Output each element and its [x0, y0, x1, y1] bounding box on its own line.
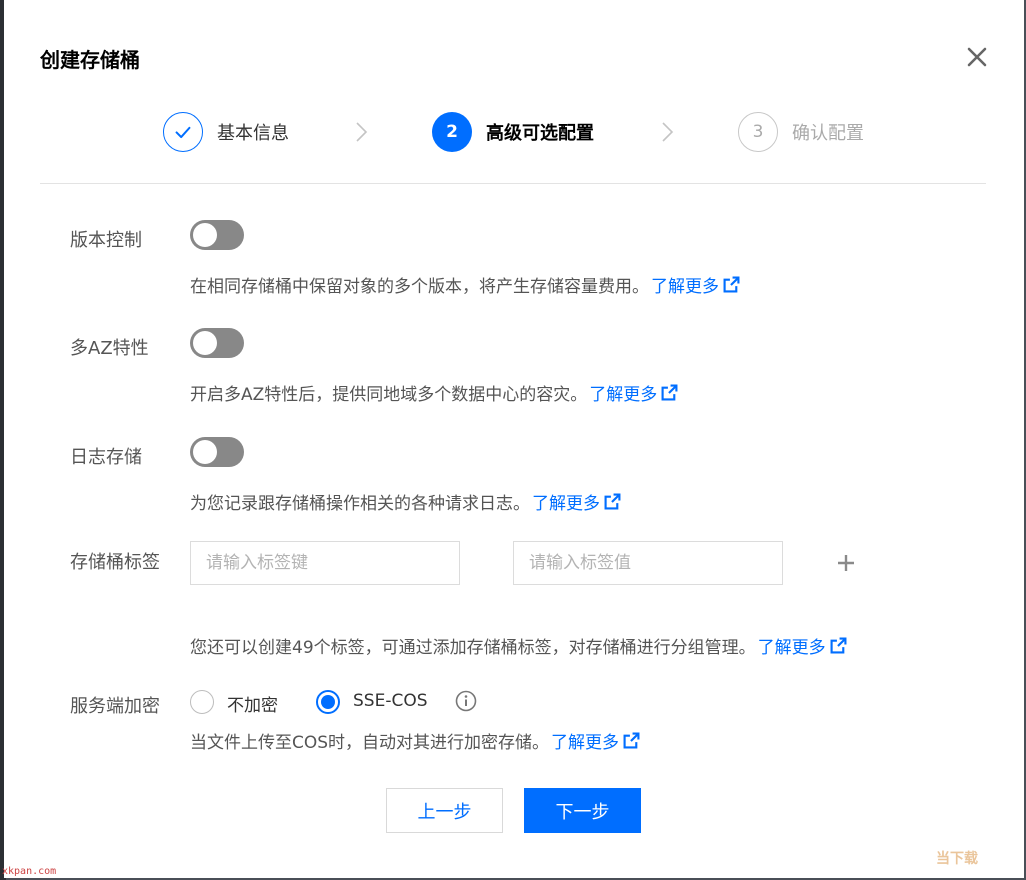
multi-az-toggle[interactable]: [190, 328, 244, 358]
next-step-button[interactable]: 下一步: [524, 788, 641, 833]
bucket-tags-label: 存储桶标签: [70, 552, 160, 573]
step-number: 3: [738, 112, 778, 152]
chevron-right-icon: [662, 122, 674, 142]
step-confirm-config: 3 确认配置: [738, 112, 864, 152]
learn-more-link[interactable]: 了解更多: [589, 380, 678, 405]
learn-more-text: 了解更多: [757, 638, 826, 658]
learn-more-link[interactable]: 了解更多: [551, 728, 640, 753]
learn-more-text: 了解更多: [589, 385, 658, 405]
description-text: 为您记录跟存储桶操作相关的各种请求日志。: [190, 494, 530, 514]
tag-value-input[interactable]: [513, 541, 783, 585]
description-text: 开启多AZ特性后，提供同地域多个数据中心的容灾。: [190, 385, 588, 405]
external-link-icon: [623, 732, 640, 749]
tags-description: 您还可以创建49个标签，可通过添加存储桶标签，对存储桶进行分组管理。 了解更多: [190, 633, 847, 658]
learn-more-link[interactable]: 了解更多: [758, 633, 847, 658]
prev-step-button[interactable]: 上一步: [386, 788, 503, 833]
multi-az-label: 多AZ特性: [70, 338, 149, 359]
check-icon: [175, 126, 191, 139]
external-link-icon: [604, 493, 621, 510]
dialog-title: 创建存储桶: [40, 48, 140, 72]
logging-label: 日志存储: [70, 447, 142, 468]
toggle-knob: [193, 223, 217, 247]
multi-az-description: 开启多AZ特性后，提供同地域多个数据中心的容灾。 了解更多: [190, 380, 678, 405]
step-label: 基本信息: [217, 123, 289, 144]
external-link-icon: [723, 276, 740, 293]
plus-icon[interactable]: [836, 553, 856, 573]
versioning-label: 版本控制: [70, 230, 142, 251]
radio-dot: [321, 695, 335, 709]
close-icon[interactable]: [962, 42, 992, 72]
versioning-description: 在相同存储桶中保留对象的多个版本，将产生存储容量费用。 了解更多: [190, 272, 740, 297]
radio-no-encryption[interactable]: [190, 690, 214, 714]
radio-sse-cos[interactable]: [316, 690, 340, 714]
step-advanced-config: 2 高级可选配置: [432, 112, 594, 152]
encryption-description: 当文件上传至COS时，自动对其进行加密存储。 了解更多: [190, 728, 640, 753]
toggle-knob: [193, 331, 217, 355]
learn-more-text: 了解更多: [651, 277, 719, 297]
step-basic-info: 基本信息: [163, 112, 289, 152]
radio-label-sse-cos: SSE-COS: [353, 691, 428, 711]
logging-toggle[interactable]: [190, 437, 244, 467]
toggle-knob: [193, 440, 217, 464]
learn-more-link[interactable]: 了解更多: [651, 272, 740, 297]
watermark-right: 当下载: [936, 851, 978, 867]
step-number: 2: [432, 112, 472, 152]
description-text: 您还可以创建49个标签，可通过添加存储桶标签，对存储桶进行分组管理。: [190, 638, 756, 658]
tag-key-input[interactable]: [190, 541, 460, 585]
create-bucket-dialog: 创建存储桶 基本信息 2 高级可选配置 3 确认配置 版本控制 在相同存储桶中保…: [4, 0, 1024, 878]
external-link-icon: [661, 384, 678, 401]
learn-more-text: 了解更多: [551, 733, 620, 753]
steps-indicator: 基本信息 2 高级可选配置 3 确认配置: [4, 112, 1024, 152]
step-label: 确认配置: [792, 123, 864, 144]
divider: [40, 183, 986, 184]
external-link-icon: [830, 637, 847, 654]
watermark-left: xkpan.com: [2, 866, 57, 877]
learn-more-text: 了解更多: [532, 494, 600, 514]
encryption-label: 服务端加密: [70, 696, 160, 717]
step-check-circle: [163, 112, 203, 152]
description-text: 在相同存储桶中保留对象的多个版本，将产生存储容量费用。: [190, 277, 649, 297]
description-text: 当文件上传至COS时，自动对其进行加密存储。: [190, 733, 550, 753]
step-label: 高级可选配置: [486, 123, 594, 144]
radio-label-no-encryption: 不加密: [227, 696, 278, 716]
info-icon[interactable]: [455, 690, 477, 712]
logging-description: 为您记录跟存储桶操作相关的各种请求日志。 了解更多: [190, 489, 621, 514]
chevron-right-icon: [356, 122, 368, 142]
versioning-toggle[interactable]: [190, 220, 244, 250]
learn-more-link[interactable]: 了解更多: [532, 489, 621, 514]
